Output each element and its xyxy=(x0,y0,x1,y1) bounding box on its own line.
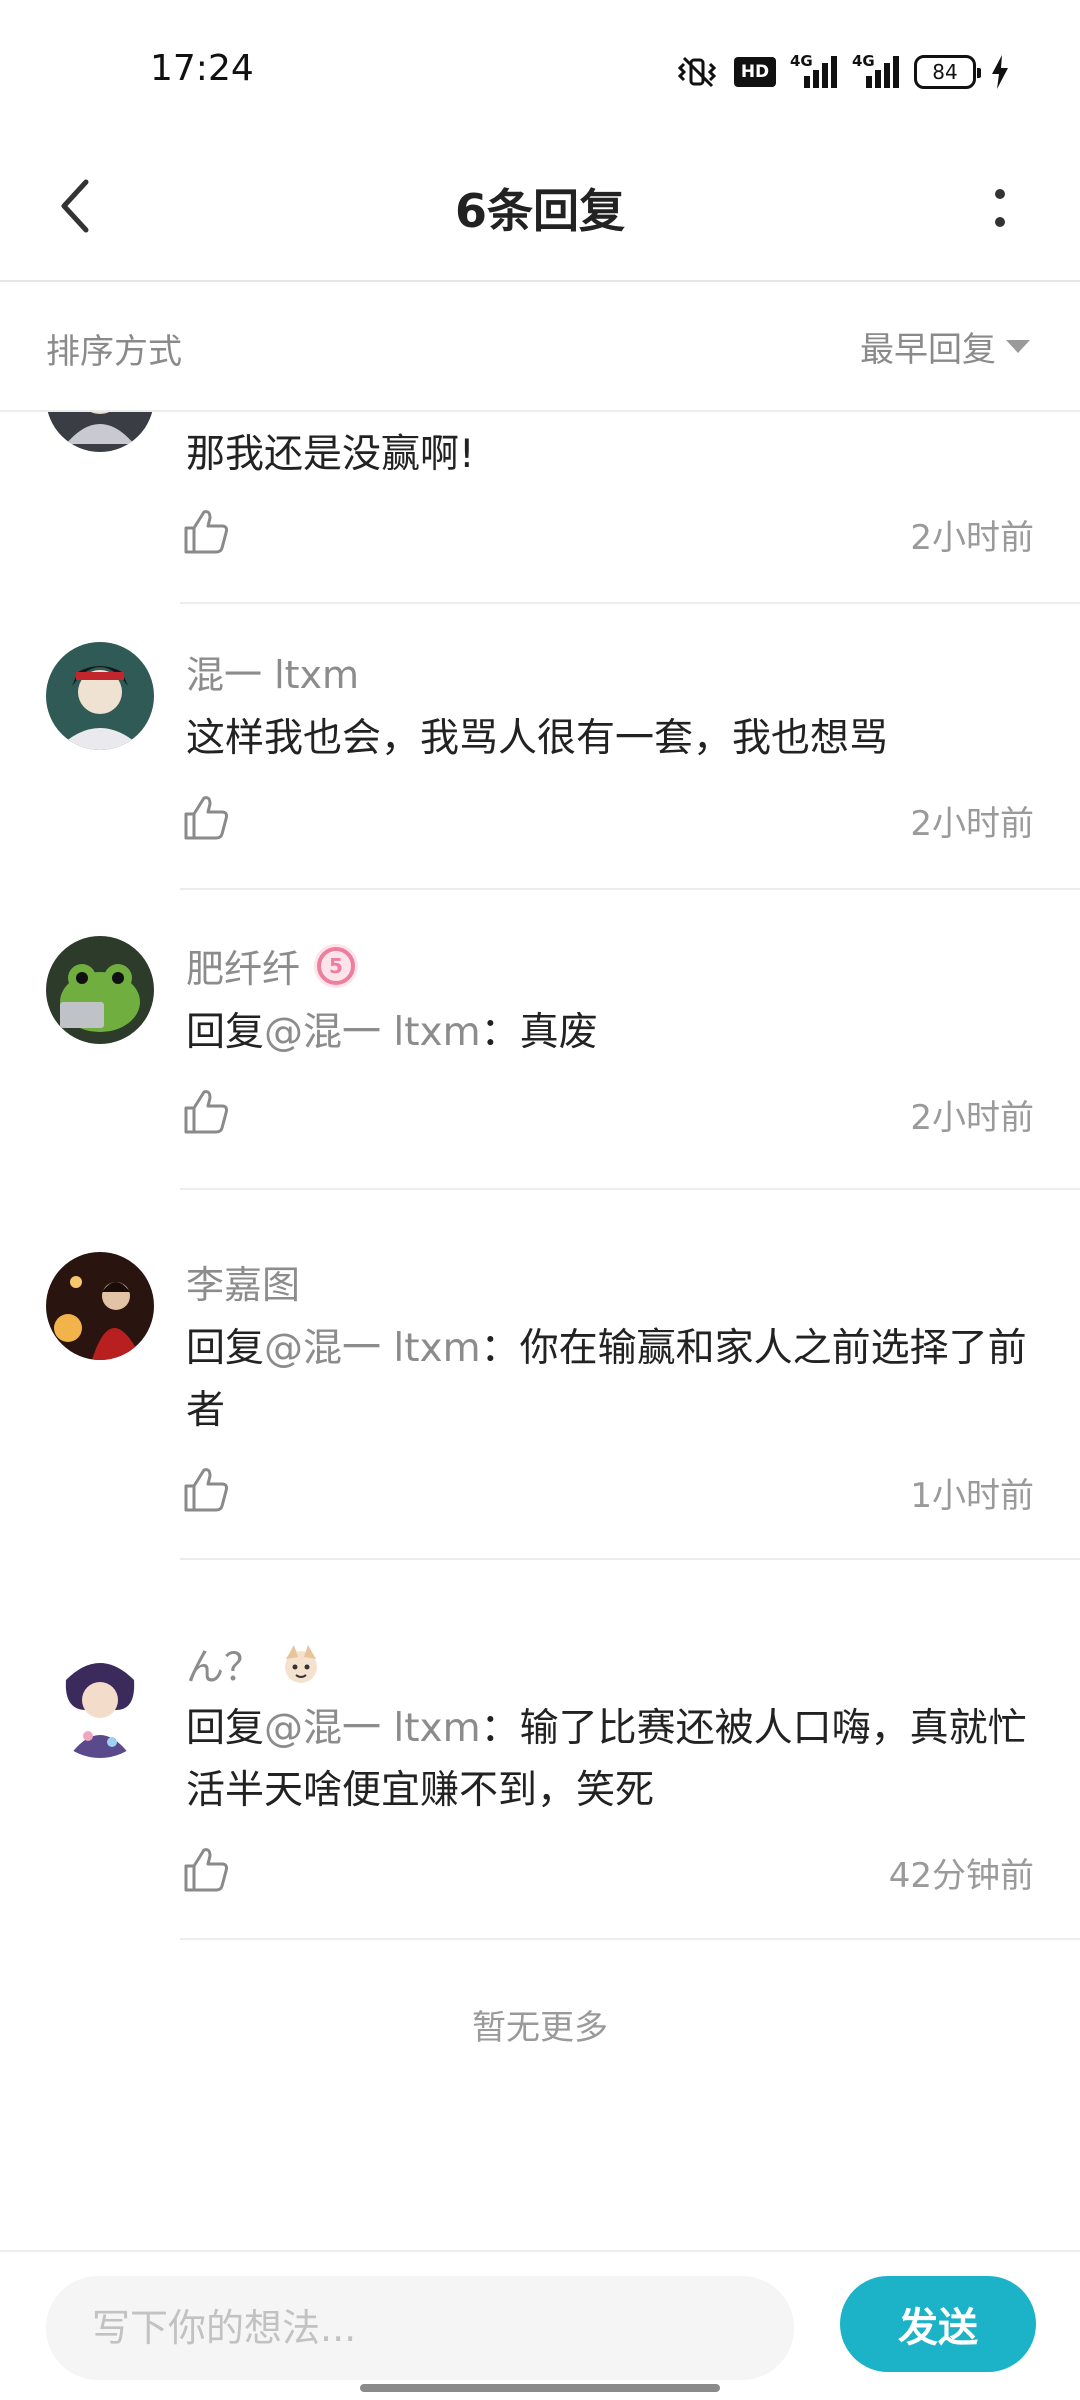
sort-dropdown[interactable]: 最早回复 xyxy=(860,318,1030,374)
reply-time: 2小时前 xyxy=(910,518,1034,558)
status-time: 17:24 xyxy=(150,48,254,89)
avatar[interactable] xyxy=(46,412,154,452)
like-icon[interactable] xyxy=(180,792,232,844)
status-bar: 17:24 HD 4G 4G 84 xyxy=(0,0,1080,140)
reply-text: ：真废 xyxy=(480,1010,598,1055)
username[interactable]: 混一 ltxm xyxy=(186,644,359,699)
like-icon[interactable] xyxy=(180,1086,232,1138)
hd-icon: HD xyxy=(734,57,776,87)
header: 6条回复 xyxy=(0,140,1080,282)
reply-text: 这样我也会，我骂人很有一套，我也想骂 xyxy=(186,716,889,761)
reply-content: 回复@混一 ltxm：真废 xyxy=(186,1002,1046,1064)
vibrate-icon xyxy=(674,54,720,90)
comment-bar: 发送 xyxy=(0,2250,1080,2400)
reply-prefix: 回复 xyxy=(186,1326,265,1371)
mention-link[interactable]: @混一 ltxm xyxy=(264,1706,481,1751)
like-icon[interactable] xyxy=(180,506,232,558)
mention-link[interactable]: @混一 ltxm xyxy=(264,1010,481,1055)
username[interactable]: ん？ xyxy=(186,1636,326,1691)
avatar[interactable] xyxy=(46,642,154,750)
username[interactable]: 肥纤纤 5 xyxy=(186,938,359,993)
level-badge-icon: 5 xyxy=(314,943,359,988)
more-vertical-icon xyxy=(994,188,1006,232)
more-button[interactable] xyxy=(960,170,1040,250)
reply-time: 42分钟前 xyxy=(888,1856,1034,1896)
battery-icon: 84 xyxy=(914,55,981,89)
avatar[interactable] xyxy=(46,936,154,1044)
divider xyxy=(180,888,1080,890)
like-icon[interactable] xyxy=(180,1844,232,1896)
reply-content: 这样我也会，我骂人很有一套，我也想骂 xyxy=(186,708,1046,770)
sort-bar: 排序方式 最早回复 xyxy=(0,282,1080,412)
reply-content: 那我还是没赢啊! xyxy=(186,424,1046,486)
reply-item: ん？ 回复@混一 ltxm：输了比赛还被人口嗨，真就忙活半天啥便宜赚不到，笑死 … xyxy=(0,1588,1080,1958)
sticker-badge-icon xyxy=(276,1639,326,1689)
charging-icon xyxy=(990,55,1010,89)
reply-prefix: 回复 xyxy=(186,1010,265,1055)
level-badge-text: 5 xyxy=(329,954,343,978)
comment-input[interactable] xyxy=(46,2276,794,2380)
sort-value: 最早回复 xyxy=(860,329,996,370)
home-indicator[interactable] xyxy=(360,2384,720,2392)
send-button[interactable]: 发送 xyxy=(840,2276,1036,2372)
battery-level: 84 xyxy=(932,60,958,84)
chevron-left-icon xyxy=(56,178,96,238)
no-more-text: 暂无更多 xyxy=(472,2008,608,2048)
reply-item: 那我还是没赢啊! 2小时前 xyxy=(0,412,1080,604)
reply-content: 回复@混一 ltxm：输了比赛还被人口嗨，真就忙活半天啥便宜赚不到，笑死 xyxy=(186,1698,1046,1822)
like-icon[interactable] xyxy=(180,1464,232,1516)
status-icons: HD 4G 4G 84 xyxy=(674,52,1010,92)
signal-4g-icon: 4G xyxy=(790,52,838,90)
reply-item: 肥纤纤 5 回复@混一 ltxm：真废 2小时前 xyxy=(0,910,1080,1218)
username-text: 李嘉图 xyxy=(186,1263,301,1307)
reply-content: 回复@混一 ltxm：你在输赢和家人之前选择了前者 xyxy=(186,1318,1046,1442)
reply-list[interactable]: 那我还是没赢啊! 2小时前 混一 ltxm 这样我也会，我骂人很有一套，我也想骂… xyxy=(0,412,1080,2250)
sort-label: 排序方式 xyxy=(46,332,182,372)
page-title: 6条回复 xyxy=(454,184,625,238)
reply-time: 1小时前 xyxy=(910,1476,1034,1516)
signal-4g-icon: 4G xyxy=(852,52,900,90)
divider xyxy=(180,1558,1080,1560)
back-button[interactable] xyxy=(36,168,116,248)
reply-time: 2小时前 xyxy=(910,804,1034,844)
reply-item: 混一 ltxm 这样我也会，我骂人很有一套，我也想骂 2小时前 xyxy=(0,602,1080,910)
username[interactable]: 李嘉图 xyxy=(186,1254,300,1309)
reply-time: 2小时前 xyxy=(910,1098,1034,1138)
mention-link[interactable]: @混一 ltxm xyxy=(264,1326,481,1371)
reply-text: 那我还是没赢啊! xyxy=(186,432,475,477)
divider xyxy=(180,1188,1080,1190)
avatar[interactable] xyxy=(46,1252,154,1360)
caret-down-icon xyxy=(1006,339,1030,353)
username-text: 混一 ltxm xyxy=(186,653,360,697)
avatar[interactable] xyxy=(46,1650,154,1758)
reply-item: 李嘉图 回复@混一 ltxm：你在输赢和家人之前选择了前者 1小时前 xyxy=(0,1218,1080,1588)
reply-prefix: 回复 xyxy=(186,1706,265,1751)
username-text: 肥纤纤 xyxy=(186,947,301,991)
username-text: ん？ xyxy=(186,1645,263,1689)
divider xyxy=(180,1938,1080,1940)
